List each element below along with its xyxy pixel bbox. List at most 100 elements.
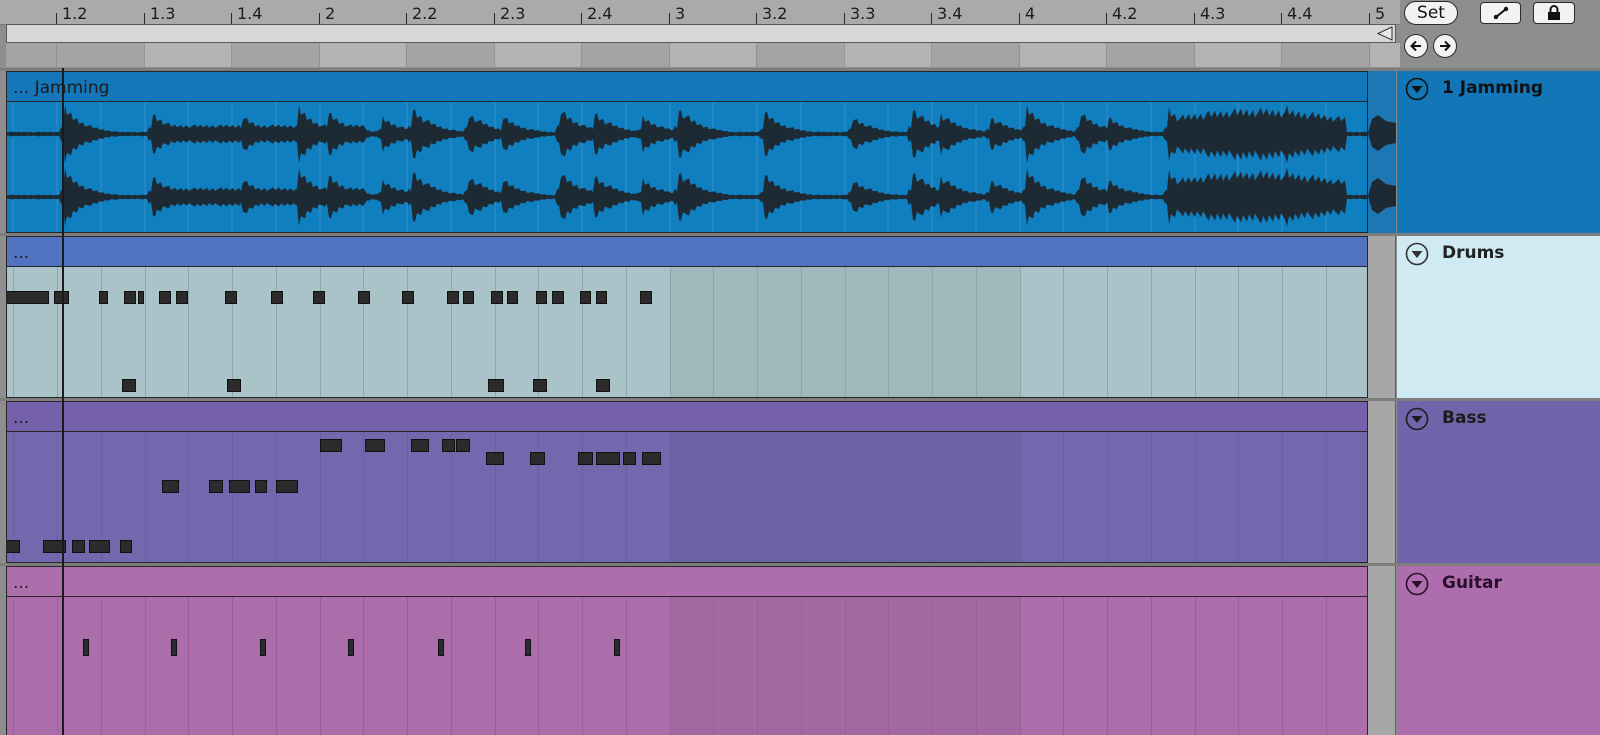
clip-content[interactable] — [7, 597, 1367, 735]
midi-note[interactable] — [138, 291, 144, 304]
midi-note[interactable] — [229, 480, 250, 493]
follow-lock-button[interactable] — [1533, 2, 1575, 24]
fold-toggle-icon[interactable] — [1405, 407, 1429, 431]
next-locator-button[interactable] — [1433, 34, 1457, 58]
midi-note[interactable] — [260, 639, 266, 656]
midi-note[interactable] — [447, 291, 459, 304]
track-name[interactable]: Guitar — [1442, 573, 1502, 593]
midi-note[interactable] — [463, 291, 474, 304]
set-locator-button[interactable]: Set — [1404, 1, 1458, 25]
ruler-label: 2.2 — [412, 4, 438, 23]
midi-note[interactable] — [486, 452, 504, 465]
midi-note[interactable] — [596, 379, 610, 392]
clip-title: ... — [13, 408, 30, 428]
midi-note[interactable] — [7, 540, 20, 553]
midi-note[interactable] — [578, 452, 593, 465]
midi-note[interactable] — [225, 291, 237, 304]
audio-clip[interactable]: ... Jamming — [6, 71, 1368, 233]
track-name[interactable]: 1 Jamming — [1442, 78, 1543, 98]
midi-note[interactable] — [530, 452, 545, 465]
ruler-tick — [581, 13, 582, 24]
midi-clip[interactable]: ... — [6, 401, 1368, 563]
midi-note[interactable] — [276, 480, 298, 493]
clip-content[interactable] — [7, 432, 1367, 562]
midi-clip[interactable]: ... — [6, 236, 1368, 398]
clip-title: ... — [13, 243, 30, 263]
track-header[interactable]: Guitar — [1397, 566, 1600, 735]
clip-header[interactable]: ... Jamming — [7, 72, 1367, 102]
loop-brace[interactable] — [6, 24, 1396, 43]
midi-note[interactable] — [614, 639, 620, 656]
midi-note[interactable] — [552, 291, 564, 304]
midi-note[interactable] — [162, 480, 179, 493]
midi-note[interactable] — [159, 291, 171, 304]
lock-icon — [1548, 5, 1560, 20]
draw-mode-button[interactable] — [1480, 2, 1521, 24]
midi-note[interactable] — [72, 540, 85, 553]
midi-note[interactable] — [271, 291, 283, 304]
midi-note[interactable] — [438, 639, 444, 656]
clip-header[interactable]: ... — [7, 237, 1367, 267]
midi-note[interactable] — [365, 439, 385, 452]
scrub-tick — [669, 43, 670, 67]
loop-end-marker-icon[interactable] — [1377, 26, 1393, 41]
midi-note[interactable] — [171, 639, 177, 656]
track-header[interactable]: Drums — [1397, 236, 1600, 398]
midi-note[interactable] — [124, 291, 136, 304]
playhead-cursor[interactable] — [62, 68, 64, 735]
clip-header[interactable]: ... — [7, 567, 1367, 597]
midi-note[interactable] — [596, 452, 620, 465]
midi-note[interactable] — [642, 452, 661, 465]
midi-note[interactable] — [320, 439, 342, 452]
midi-note[interactable] — [536, 291, 547, 304]
midi-note[interactable] — [456, 439, 470, 452]
midi-note[interactable] — [176, 291, 188, 304]
midi-note[interactable] — [525, 639, 531, 656]
midi-note[interactable] — [358, 291, 370, 304]
previous-locator-button[interactable] — [1404, 34, 1428, 58]
track-gap — [1368, 566, 1396, 735]
fold-toggle-icon[interactable] — [1405, 77, 1429, 101]
grid-line — [363, 597, 364, 735]
fold-toggle-icon[interactable] — [1405, 572, 1429, 596]
midi-note[interactable] — [596, 291, 607, 304]
clip-content[interactable] — [7, 267, 1367, 397]
midi-note[interactable] — [491, 291, 503, 304]
midi-note[interactable] — [83, 639, 89, 656]
midi-clip[interactable]: ... — [6, 566, 1368, 735]
ruler-label: 5 — [1375, 4, 1386, 23]
grid-line — [932, 432, 933, 562]
midi-note[interactable] — [507, 291, 518, 304]
midi-note[interactable] — [533, 379, 547, 392]
scrub-area[interactable] — [6, 43, 1457, 67]
midi-note[interactable] — [640, 291, 652, 304]
midi-note[interactable] — [623, 452, 636, 465]
midi-note[interactable] — [255, 480, 267, 493]
midi-note[interactable] — [122, 379, 136, 392]
midi-note[interactable] — [209, 480, 223, 493]
clip-content[interactable] — [7, 102, 1367, 232]
midi-note[interactable] — [402, 291, 414, 304]
arrangement-tracks: ... Jamming 1 Jamming ... Drums ... Bass… — [0, 68, 1600, 735]
midi-note[interactable] — [99, 291, 108, 304]
midi-note[interactable] — [442, 439, 455, 452]
track-header[interactable]: Bass — [1397, 401, 1600, 563]
grid-line — [232, 432, 233, 562]
track-header[interactable]: 1 Jamming — [1397, 71, 1600, 233]
midi-note[interactable] — [89, 540, 110, 553]
grid-line — [1195, 597, 1196, 735]
beat-time-ruler[interactable]: 1.2 1.3 1.4 2 2.2 2.3 2.4 3 3.2 3.3 3.4 4 4.2 4.3 4.4 5 — [0, 0, 1400, 25]
midi-note[interactable] — [227, 379, 241, 392]
ruler-label: 1.3 — [150, 4, 176, 23]
fold-toggle-icon[interactable] — [1405, 242, 1429, 266]
midi-note[interactable] — [411, 439, 429, 452]
midi-note[interactable] — [348, 639, 354, 656]
clip-header[interactable]: ... — [7, 402, 1367, 432]
track-name[interactable]: Bass — [1442, 408, 1487, 428]
midi-note[interactable] — [580, 291, 591, 304]
track-name[interactable]: Drums — [1442, 243, 1504, 263]
midi-note[interactable] — [488, 379, 504, 392]
midi-note[interactable] — [7, 291, 49, 304]
midi-note[interactable] — [313, 291, 325, 304]
midi-note[interactable] — [120, 540, 132, 553]
